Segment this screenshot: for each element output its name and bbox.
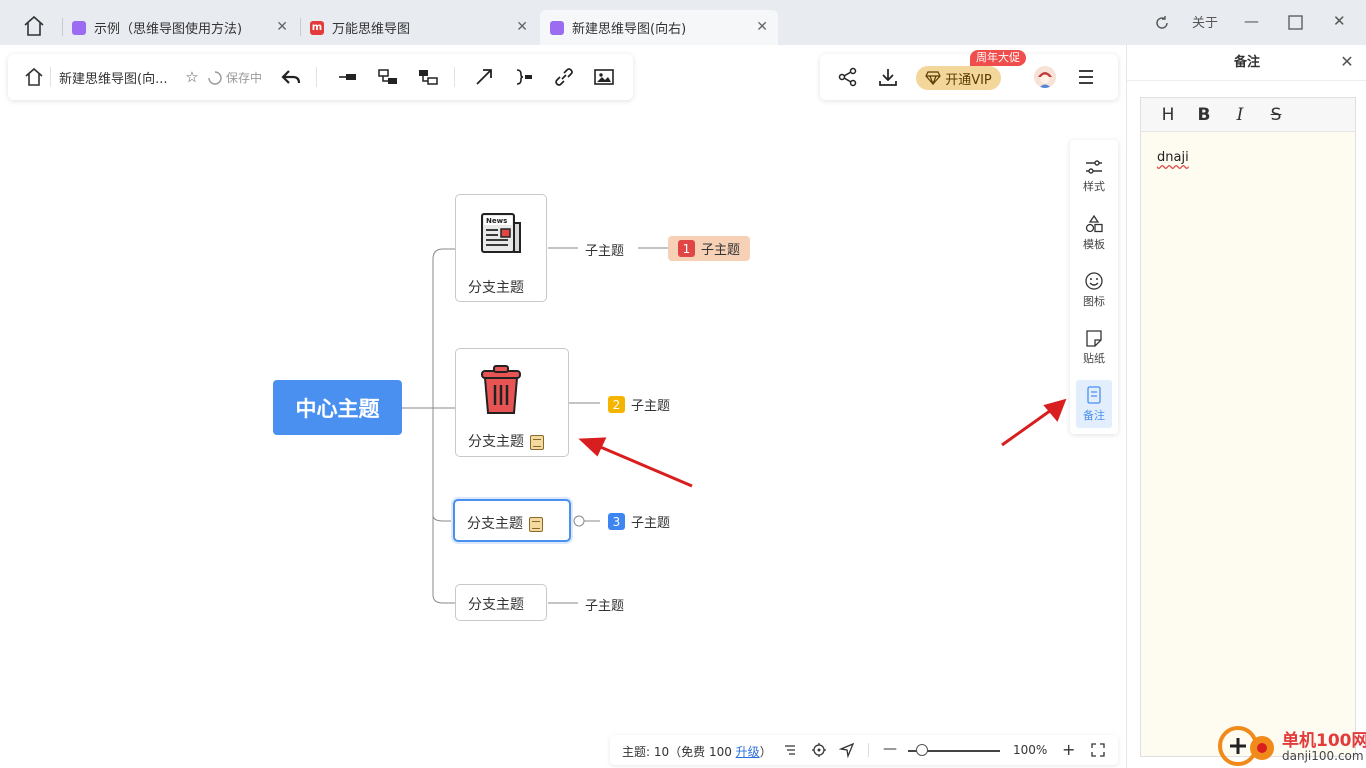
note-text-area[interactable]: dnaji [1141,132,1355,183]
app-window: 示例（思维导图使用方法) ✕ m 万能思维导图 ✕ 新建思维导图(向右) ✕ 关… [0,0,1366,768]
bold-button[interactable]: B [1195,106,1213,124]
subtopic-priority-1[interactable]: 1 子主题 [668,236,751,261]
template-shapes-icon [1085,214,1103,232]
trash-bin-icon [481,365,521,414]
branch-topic-2[interactable]: 分支主题 [455,348,569,457]
rail-notes[interactable]: 备注 [1076,380,1112,428]
mindmap-app-icon [72,20,86,35]
subtopic-label[interactable]: 子主题 [585,240,624,259]
rail-icons[interactable]: 图标 [1076,266,1112,314]
rail-label: 模板 [1083,237,1105,251]
newspaper-icon: News [481,213,521,253]
tab-new-mindmap[interactable]: 新建思维导图(向右) ✕ [540,10,778,45]
refresh-icon[interactable] [1154,15,1170,31]
note-editor: H B I S dnaji [1140,97,1356,757]
branch-topic-text: 分支主题 [467,516,523,532]
priority-1-icon: 1 [678,240,695,257]
tab-label: 示例（思维导图使用方法) [94,22,243,37]
watermark-title: 单机100网 [1282,731,1366,751]
tab-brand[interactable]: m 万能思维导图 ✕ [300,10,538,45]
smiley-icon [1085,271,1103,290]
rail-label: 样式 [1083,179,1105,193]
navigate-arrow-icon[interactable] [839,742,855,758]
branch-topic-label: 分支主题 [468,280,524,296]
outline-list-icon[interactable] [783,743,797,757]
close-icon[interactable]: ✕ [756,19,768,35]
svg-text:News: News [486,217,507,225]
fullscreen-icon[interactable] [1091,743,1105,757]
branch-topic-text: 分支主题 [468,434,524,450]
status-divider [868,743,869,757]
topic-count-text: 主题: 10（免费 100 [622,745,736,759]
strikethrough-button[interactable]: S [1267,106,1285,124]
note-icon[interactable] [530,434,544,450]
home-icon[interactable] [22,14,46,38]
sticker-icon [1086,329,1102,347]
brand-m-icon: m [310,20,324,35]
watermark-logo [1218,726,1274,766]
maximize-icon[interactable] [1288,15,1303,30]
priority-2-icon: 2 [608,396,625,413]
rail-template[interactable]: 模板 [1076,209,1112,257]
locate-center-icon[interactable] [811,742,827,758]
close-icon[interactable]: ✕ [1338,53,1356,71]
rail-style[interactable]: 样式 [1076,152,1112,200]
subtopic-label: 子主题 [631,399,671,414]
subtopic-label: 子主题 [631,516,671,531]
subtopic-label[interactable]: 子主题 [585,595,624,614]
note-icon [1087,385,1101,404]
topic-count-suffix: ） [759,745,772,759]
subtopic-priority-2[interactable]: 2 子主题 [608,395,670,414]
priority-3-icon: 3 [608,513,625,530]
upgrade-link[interactable]: 升级 [736,745,760,759]
site-watermark: 单机100网 danji100.com [1216,724,1366,768]
mindmap-canvas[interactable]: 新建思维导图(向... ☆ 保存中 开通VIP 周年大促 中心主题 News 分… [0,45,1126,768]
italic-button[interactable]: I [1231,106,1249,124]
watermark-url: danji100.com [1282,749,1364,763]
notes-panel: 备注 ✕ H B I S dnaji [1126,45,1366,768]
notes-panel-title: 备注 [1127,45,1366,81]
rail-label: 图标 [1083,294,1105,308]
tab-bar: 示例（思维导图使用方法) ✕ m 万能思维导图 ✕ 新建思维导图(向右) ✕ 关… [0,0,1366,45]
minimize-icon[interactable]: — [1244,12,1259,30]
rail-label: 贴纸 [1083,351,1105,365]
branch-topic-1[interactable]: News 分支主题 [455,194,547,302]
zoom-out-button[interactable]: — [883,741,897,757]
zoom-in-button[interactable]: + [1062,740,1075,759]
rail-sticker[interactable]: 贴纸 [1076,323,1112,371]
subtopic-priority-3[interactable]: 3 子主题 [608,512,670,531]
tab-label: 新建思维导图(向右) [572,22,687,37]
rail-label: 备注 [1083,408,1105,422]
mindmap-app-icon [550,20,564,35]
about-button[interactable]: 关于 [1192,12,1218,31]
branch-topic-4[interactable]: 分支主题 [455,584,547,621]
side-tool-rail: 样式 模板 图标 贴纸 备注 [1070,140,1118,434]
branch-topic-label: 分支主题 [468,597,524,613]
tab-example[interactable]: 示例（思维导图使用方法) ✕ [62,10,298,45]
branch-topic-label: 分支主题 [468,431,544,451]
topic-count: 主题: 10（免费 100 升级） [622,743,772,760]
close-icon[interactable]: ✕ [276,19,288,35]
subtopic-label: 子主题 [701,243,741,258]
branch-topic-label: 分支主题 [467,513,543,533]
zoom-level: 100% [1013,743,1048,757]
zoom-slider-handle[interactable] [915,744,928,756]
central-topic[interactable]: 中心主题 [273,380,402,435]
close-icon[interactable]: ✕ [516,19,528,35]
note-icon[interactable] [529,516,543,532]
heading-button[interactable]: H [1159,106,1177,124]
editor-toolbar: H B I S [1141,98,1355,132]
tab-label: 万能思维导图 [332,22,411,37]
note-content: dnaji [1157,150,1189,165]
style-sliders-icon [1086,159,1102,174]
window-close-icon[interactable]: ✕ [1333,12,1346,30]
branch-topic-3[interactable]: 分支主题 [453,499,571,542]
status-bar: 主题: 10（免费 100 升级） — 100% + [610,735,1118,765]
